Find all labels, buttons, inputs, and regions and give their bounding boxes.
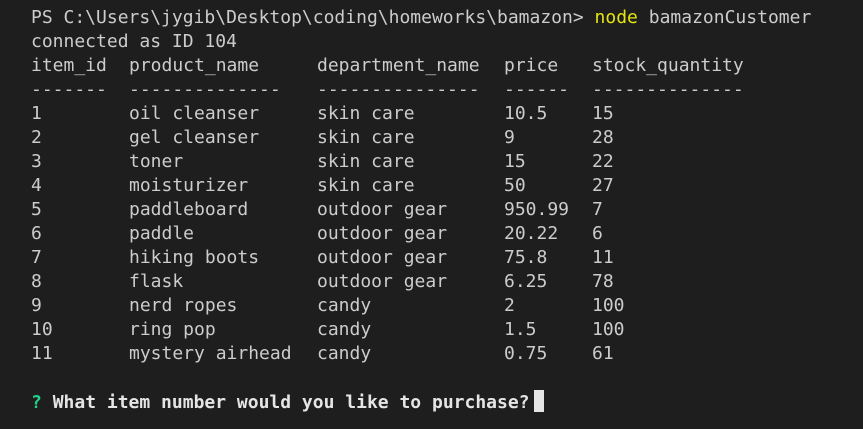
table-row: 7 hiking boots outdoor gear 75.8 11 <box>31 246 863 270</box>
cell-department-name: candy <box>317 319 372 340</box>
cell-item-id: 6 <box>31 223 42 244</box>
cell-product-name: oil cleanser <box>129 103 260 124</box>
cell-price: 15 <box>504 151 526 172</box>
table-row: 8 flask outdoor gear 6.25 78 <box>31 270 863 294</box>
table-row: 3 toner skin care 15 22 <box>31 150 863 174</box>
cell-department-name: skin care <box>317 127 415 148</box>
cell-product-name: flask <box>129 271 184 292</box>
cell-product-name: nerd ropes <box>129 295 238 316</box>
command-name: node <box>594 7 638 28</box>
prompt-line: PS C:\Users\jygib\Desktop\coding\homewor… <box>31 6 863 30</box>
cell-department-name: outdoor gear <box>317 199 448 220</box>
cell-price: 2 <box>504 295 515 316</box>
cell-item-id: 4 <box>31 175 42 196</box>
cell-product-name: gel cleanser <box>129 127 260 148</box>
cell-department-name: skin care <box>317 151 415 172</box>
prompt-path: PS C:\Users\jygib\Desktop\coding\homewor… <box>31 7 584 28</box>
cell-product-name: paddle <box>129 223 195 244</box>
cell-product-name: paddleboard <box>129 199 249 220</box>
cell-item-id: 5 <box>31 199 42 220</box>
cell-product-name: moisturizer <box>129 175 249 196</box>
header-department-name: department_name <box>317 55 480 76</box>
cell-item-id: 2 <box>31 127 42 148</box>
table-row: 1 oil cleanser skin care 10.5 15 <box>31 102 863 126</box>
question-mark-icon: ? <box>31 392 42 413</box>
header-product-name: product_name <box>129 55 260 76</box>
cell-stock-quantity: 100 <box>592 295 625 316</box>
cell-item-id: 9 <box>31 295 42 316</box>
cell-price: 50 <box>504 175 526 196</box>
cell-item-id: 1 <box>31 103 42 124</box>
question-text: What item number would you like to purch… <box>52 392 530 413</box>
cell-department-name: candy <box>317 295 372 316</box>
cell-stock-quantity: 100 <box>592 319 625 340</box>
terminal-window[interactable]: PS C:\Users\jygib\Desktop\coding\homewor… <box>0 0 863 429</box>
table-row: 11 mystery airhead candy 0.75 61 <box>31 342 863 366</box>
cell-department-name: outdoor gear <box>317 271 448 292</box>
cell-stock-quantity: 6 <box>592 223 603 244</box>
separator-item-id: ------- <box>31 79 107 100</box>
cell-stock-quantity: 15 <box>592 103 614 124</box>
table-row: 4 moisturizer skin care 50 27 <box>31 174 863 198</box>
table-separator: ------- -------------- --------------- ----… <box>31 78 863 102</box>
cell-stock-quantity: 11 <box>592 247 614 268</box>
table-header: item_id product_name department_name price s… <box>31 54 863 78</box>
table-row: 9 nerd ropes candy 2 100 <box>31 294 863 318</box>
table-row: 10 ring pop candy 1.5 100 <box>31 318 863 342</box>
cell-product-name: toner <box>129 151 184 172</box>
cell-stock-quantity: 78 <box>592 271 614 292</box>
cell-stock-quantity: 28 <box>592 127 614 148</box>
text-cursor[interactable] <box>533 390 544 412</box>
separator-product-name: -------------- <box>129 79 281 100</box>
cell-price: 9 <box>504 127 515 148</box>
table-row: 6 paddle outdoor gear 20.22 6 <box>31 222 863 246</box>
table-row: 5 paddleboard outdoor gear 950.99 7 <box>31 198 863 222</box>
cell-price: 20.22 <box>504 223 559 244</box>
cell-stock-quantity: 61 <box>592 343 614 364</box>
cell-department-name: outdoor gear <box>317 247 448 268</box>
cell-department-name: skin care <box>317 175 415 196</box>
cell-item-id: 3 <box>31 151 42 172</box>
command-args: bamazonCustomer <box>648 7 812 28</box>
separator-price: ------ <box>504 79 570 100</box>
status-line: connected as ID 104 <box>31 31 237 52</box>
cell-item-id: 11 <box>31 343 53 364</box>
cell-product-name: hiking boots <box>129 247 260 268</box>
cell-price: 1.5 <box>504 319 537 340</box>
cell-item-id: 8 <box>31 271 42 292</box>
cell-department-name: candy <box>317 343 372 364</box>
cell-product-name: mystery airhead <box>129 343 292 364</box>
question-prompt[interactable]: ? What item number would you like to pur… <box>31 390 863 414</box>
cell-product-name: ring pop <box>129 319 216 340</box>
cell-item-id: 10 <box>31 319 53 340</box>
table-row: 2 gel cleanser skin care 9 28 <box>31 126 863 150</box>
separator-department-name: --------------- <box>317 79 480 100</box>
cell-stock-quantity: 22 <box>592 151 614 172</box>
header-stock-quantity: stock_quantity <box>592 55 744 76</box>
cell-stock-quantity: 27 <box>592 175 614 196</box>
header-price: price <box>504 55 559 76</box>
header-item-id: item_id <box>31 55 107 76</box>
cell-price: 10.5 <box>504 103 548 124</box>
cell-department-name: outdoor gear <box>317 223 448 244</box>
cell-price: 0.75 <box>504 343 548 364</box>
cell-price: 950.99 <box>504 199 570 220</box>
separator-stock-quantity: -------------- <box>592 79 744 100</box>
cell-department-name: skin care <box>317 103 415 124</box>
cell-price: 75.8 <box>504 247 548 268</box>
cell-item-id: 7 <box>31 247 42 268</box>
cell-stock-quantity: 7 <box>592 199 603 220</box>
cell-price: 6.25 <box>504 271 548 292</box>
